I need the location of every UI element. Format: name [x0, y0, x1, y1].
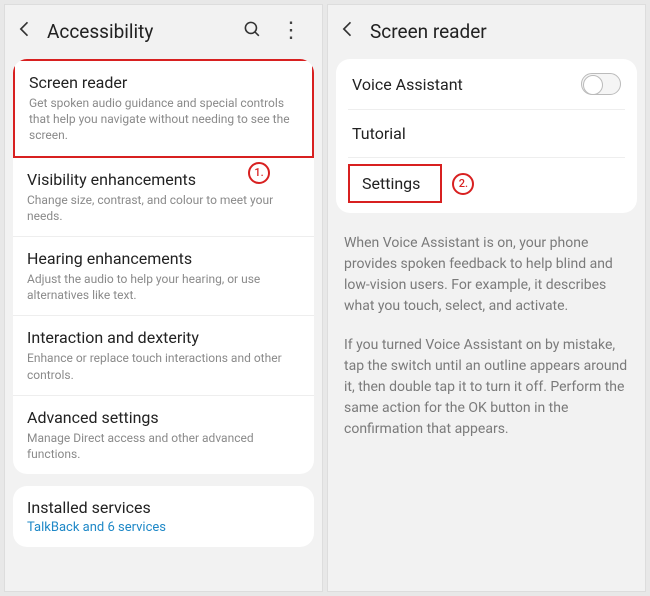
back-icon[interactable] [15, 19, 35, 43]
item-title: Installed services [27, 498, 300, 517]
row-tutorial[interactable]: Tutorial [348, 110, 625, 158]
info-paragraph-2: If you turned Voice Assistant on by mist… [328, 321, 645, 444]
annotation-callout-2: 2. [452, 173, 474, 195]
screen-reader-screen: Screen reader Voice Assistant Tutorial S… [327, 4, 646, 592]
settings-card: Screen reader Get spoken audio guidance … [13, 59, 314, 474]
item-desc: Enhance or replace touch interactions an… [27, 350, 300, 382]
accessibility-screen: Accessibility ⋮ Screen reader Get spoken… [4, 4, 323, 592]
item-title: Interaction and dexterity [27, 328, 300, 347]
row-title: Voice Assistant [352, 75, 463, 94]
header: Screen reader [328, 5, 645, 53]
row-settings[interactable]: Settings 2. [348, 158, 625, 213]
item-interaction[interactable]: Interaction and dexterity Enhance or rep… [13, 316, 314, 395]
installed-card[interactable]: Installed services TalkBack and 6 servic… [13, 486, 314, 547]
header: Accessibility ⋮ [5, 5, 322, 53]
toggle-switch[interactable] [581, 73, 621, 95]
item-title: Hearing enhancements [27, 249, 300, 268]
page-title: Accessibility [47, 20, 231, 43]
page-title: Screen reader [370, 20, 631, 43]
screen-reader-card: Voice Assistant Tutorial Settings 2. [336, 59, 637, 213]
item-desc: Adjust the audio to help your hearing, o… [27, 271, 300, 303]
item-title: Advanced settings [27, 408, 300, 427]
item-desc: Get spoken audio guidance and special co… [29, 95, 298, 144]
search-icon[interactable] [243, 20, 262, 43]
annotation-callout-1: 1. [248, 162, 270, 184]
row-title: Settings [362, 174, 420, 193]
row-title: Tutorial [352, 124, 406, 143]
item-screen-reader[interactable]: Screen reader Get spoken audio guidance … [13, 59, 314, 158]
item-desc: Manage Direct access and other advanced … [27, 430, 300, 462]
item-desc: Change size, contrast, and colour to mee… [27, 192, 300, 224]
info-paragraph-1: When Voice Assistant is on, your phone p… [328, 219, 645, 321]
item-advanced[interactable]: Advanced settings Manage Direct access a… [13, 396, 314, 474]
back-icon[interactable] [338, 19, 358, 43]
more-icon[interactable]: ⋮ [274, 20, 308, 42]
item-link: TalkBack and 6 services [27, 520, 300, 535]
item-title: Screen reader [29, 73, 298, 92]
row-voice-assistant[interactable]: Voice Assistant [348, 59, 625, 110]
item-hearing[interactable]: Hearing enhancements Adjust the audio to… [13, 237, 314, 316]
settings-highlight: Settings [348, 164, 442, 203]
